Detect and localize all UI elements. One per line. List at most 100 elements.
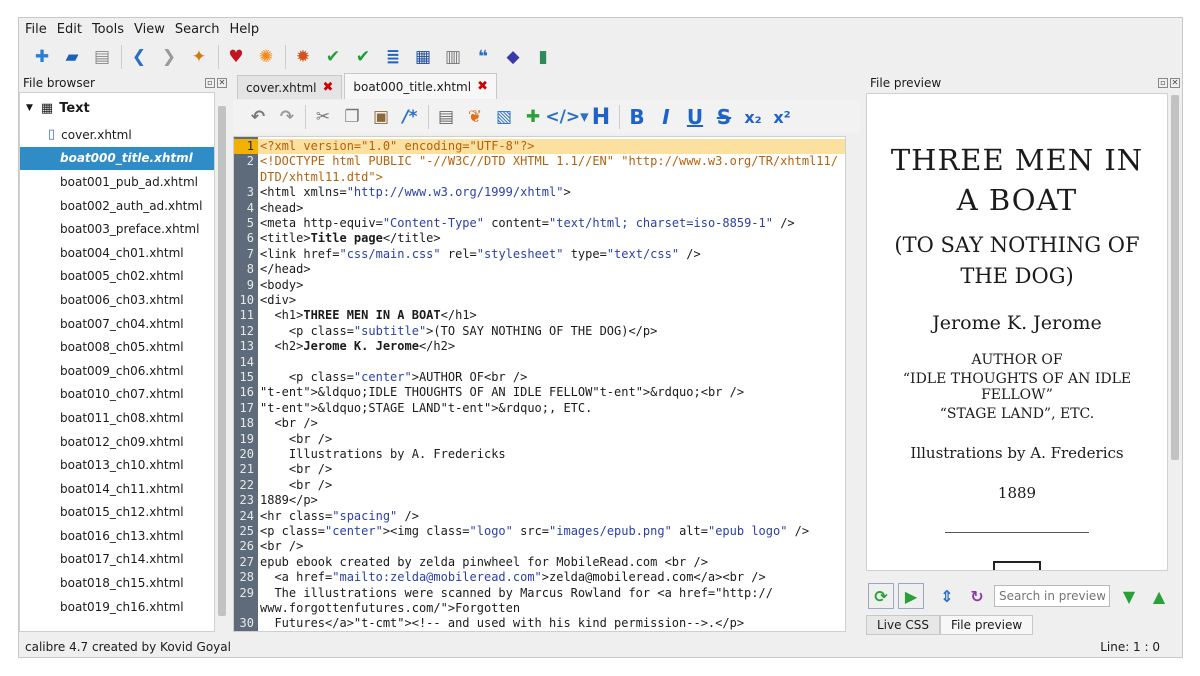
code-line[interactable]: 29 The illustrations were scanned by Mar… <box>234 586 845 601</box>
bold-icon[interactable]: B <box>626 105 648 129</box>
insert-tag-icon[interactable]: ✚ <box>522 106 544 128</box>
menu-help[interactable]: Help <box>230 22 260 37</box>
tab-live-css[interactable]: Live CSS <box>866 615 940 635</box>
open-book-icon[interactable]: ▰ <box>61 46 83 68</box>
copy-icon[interactable]: ❐ <box>341 106 363 128</box>
pin-icon[interactable]: ✦ <box>188 46 210 68</box>
code-line[interactable]: 13 <h2>Jerome K. Jerome</h2> <box>234 339 845 354</box>
menu-edit[interactable]: Edit <box>57 22 82 37</box>
file-tree-scrollbar[interactable] <box>215 92 229 632</box>
forward-arrow-icon[interactable]: ❯ <box>158 46 180 68</box>
code-line[interactable]: 21 <br /> <box>234 462 845 477</box>
file-tree-item[interactable]: boat000_title.xhtml <box>20 146 214 171</box>
refresh-icon[interactable]: ⟳ <box>868 583 894 609</box>
close-tab-icon[interactable]: ✖ <box>477 79 488 94</box>
close-icon[interactable]: ✕ <box>217 77 227 88</box>
float-icon[interactable]: ▫ <box>205 77 215 88</box>
code-line[interactable]: 15 <p class="center">AUTHOR OF<br /> <box>234 370 845 385</box>
file-tree-item[interactable]: boat006_ch03.xhtml <box>20 288 214 312</box>
file-tree-item[interactable]: boat003_preface.xhtml <box>20 217 214 241</box>
code-line[interactable]: 8 </head> <box>234 262 845 277</box>
file-tree[interactable]: ▼ ▦ Text ▯ cover.xhtml boat000_title.xhtml… <box>19 92 215 632</box>
strikethrough-icon[interactable]: S <box>713 105 735 129</box>
file-tree-item[interactable]: ▯ cover.xhtml <box>20 123 214 147</box>
code-line[interactable]: 12 <p class="subtitle">(TO SAY NOTHING O… <box>234 324 845 339</box>
preview-scrollbar[interactable] <box>1168 93 1182 571</box>
spellcheck-icon[interactable]: ✔ <box>322 46 344 68</box>
html-file-icon[interactable]: ▤ <box>435 106 457 128</box>
close-icon[interactable]: ✕ <box>1170 77 1180 88</box>
code-line[interactable]: 20 Illustrations by A. Fredericks <box>234 447 845 462</box>
code-line[interactable]: 26 <br /> <box>234 539 845 554</box>
file-tree-item[interactable]: boat008_ch05.xhtml <box>20 335 214 359</box>
file-tree-item[interactable]: boat009_ch06.xhtml <box>20 359 214 383</box>
code-line[interactable]: 6 <title>Title page</title> <box>234 231 845 246</box>
file-tree-item[interactable]: boat004_ch01.xhtml <box>20 241 214 265</box>
cut-icon[interactable]: ✂ <box>312 106 334 128</box>
quote-icon[interactable]: ❝ <box>472 46 494 68</box>
file-tree-item[interactable]: boat011_ch08.xhtml <box>20 406 214 430</box>
book-blue-icon[interactable]: ▦ <box>412 46 434 68</box>
code-line[interactable]: 25 <p class="center"><img class="logo" sr… <box>234 524 845 539</box>
file-tree-item[interactable]: boat001_pub_ad.xhtml <box>20 170 214 194</box>
close-tab-icon[interactable]: ✖ <box>323 80 334 95</box>
search-in-preview-input[interactable] <box>994 585 1110 607</box>
collapse-arrow-icon[interactable]: ▼ <box>26 103 33 113</box>
file-tree-item[interactable]: boat005_ch02.xhtml <box>20 265 214 289</box>
menu-view[interactable]: View <box>134 22 165 37</box>
code-line[interactable]: 1 <?xml version="1.0" encoding="UTF-8"?> <box>234 139 845 155</box>
tree-root-text[interactable]: ▼ ▦ Text <box>20 93 214 123</box>
redo-icon[interactable]: ↷ <box>276 106 298 128</box>
code-line[interactable]: 9 <body> <box>234 278 845 293</box>
search-up-icon[interactable]: ▲ <box>1146 583 1172 609</box>
file-tree-item[interactable]: boat016_ch13.xhtml <box>20 524 214 548</box>
paste-icon[interactable]: ▣ <box>370 106 392 128</box>
undo-icon[interactable]: ↶ <box>247 106 269 128</box>
file-tree-item[interactable]: boat012_ch09.xhtml <box>20 430 214 454</box>
code-line[interactable]: 16 "t-ent">&ldquo;IDLE THOUGHTS OF AN IDL… <box>234 385 845 400</box>
font-file-icon[interactable]: ▥ <box>442 46 464 68</box>
code-line[interactable]: 14 <box>234 355 845 370</box>
code-line[interactable]: DTD/xhtml11.dtd"> <box>234 170 845 185</box>
code-line[interactable]: 23 1889</p> <box>234 493 845 508</box>
new-file-icon[interactable]: ✚ <box>31 46 53 68</box>
save-icon[interactable]: ▤ <box>91 46 113 68</box>
code-line[interactable]: 17 "t-ent">&ldquo;STAGE LAND"t-ent">&rdqu… <box>234 401 845 416</box>
search-down-icon[interactable]: ▼ <box>1116 583 1142 609</box>
code-line[interactable]: 19 <br /> <box>234 432 845 447</box>
code-line[interactable]: 22 <br /> <box>234 478 845 493</box>
underline-icon[interactable]: U <box>684 105 706 129</box>
file-tree-item[interactable]: boat010_ch07.xhtml <box>20 383 214 407</box>
code-line[interactable]: 7 <link href="css/main.css" rel="styleshe… <box>234 247 845 262</box>
file-tree-item[interactable]: boat014_ch11.xhtml <box>20 477 214 501</box>
file-tree-item[interactable]: boat015_ch12.xhtml <box>20 501 214 525</box>
subscript-icon[interactable]: x₂ <box>742 106 764 128</box>
back-arrow-icon[interactable]: ❮ <box>128 46 150 68</box>
code-line[interactable]: 28 <a href="mailto:zelda@mobileread.com"… <box>234 570 845 585</box>
float-icon[interactable]: ▫ <box>1158 77 1168 88</box>
code-line[interactable]: 27 epub ebook created by zelda pinwheel f… <box>234 555 845 570</box>
code-tag-icon[interactable]: </>▾ <box>545 106 588 128</box>
superscript-icon[interactable]: x² <box>771 106 793 128</box>
menu-tools[interactable]: Tools <box>92 22 124 37</box>
file-tree-item[interactable]: boat017_ch14.xhtml <box>20 548 214 572</box>
check-book-icon[interactable]: ✔ <box>352 46 374 68</box>
code-line[interactable]: 5 <meta http-equiv="Content-Type" content… <box>234 216 845 231</box>
lifebuoy-icon[interactable]: ✺ <box>255 46 277 68</box>
file-tree-item[interactable]: boat018_ch15.xhtml <box>20 571 214 595</box>
tab-file-preview[interactable]: File preview <box>939 615 1034 635</box>
code-line[interactable]: 11 <h1>THREE MEN IN A BOAT</h1> <box>234 308 845 323</box>
code-line[interactable]: 4 <head> <box>234 201 845 216</box>
comment-icon[interactable]: /* <box>399 106 421 128</box>
play-icon[interactable]: ▶ <box>898 583 924 609</box>
file-tree-item[interactable]: boat002_auth_ad.xhtml <box>20 194 214 218</box>
menu-file[interactable]: File <box>25 22 47 37</box>
code-line[interactable]: 10 <div> <box>234 293 845 308</box>
code-line[interactable]: 18 <br /> <box>234 416 845 431</box>
image-icon[interactable]: ▧ <box>493 106 515 128</box>
editor-scrollbar[interactable] <box>846 136 860 632</box>
debug-bug-icon[interactable]: ✹ <box>292 46 314 68</box>
tulip-icon[interactable]: ❦ <box>464 106 486 128</box>
toc-icon[interactable]: ≣ <box>382 46 404 68</box>
heart-icon[interactable]: ♥ <box>225 46 247 68</box>
